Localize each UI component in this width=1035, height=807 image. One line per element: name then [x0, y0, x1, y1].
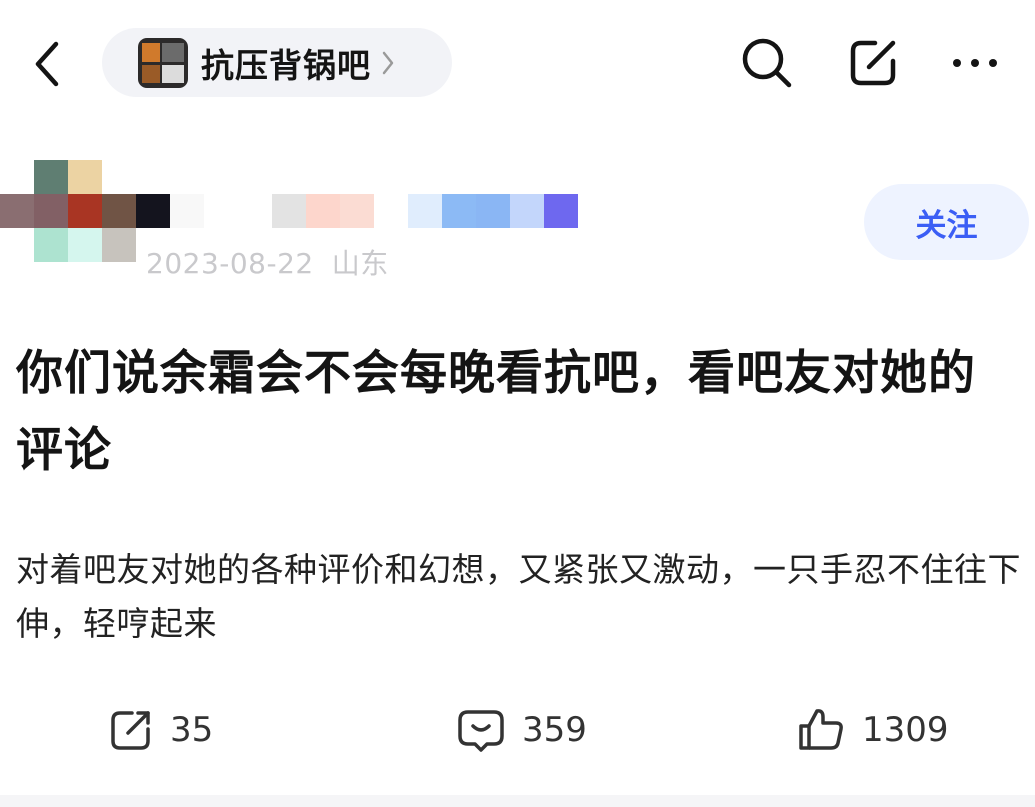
compose-button[interactable]	[838, 30, 908, 96]
forum-logo	[138, 37, 188, 88]
divider	[0, 795, 1035, 807]
post-date: 2023-08-22	[146, 247, 314, 280]
more-horizontal-icon	[953, 59, 997, 67]
comment-count: 359	[522, 710, 587, 750]
chevron-right-icon	[381, 49, 395, 77]
share-icon	[111, 711, 150, 750]
post-meta: 2023-08-22 山东	[146, 242, 407, 282]
forum-entry[interactable]: 抗压背锅吧	[102, 28, 452, 97]
back-button[interactable]	[22, 34, 72, 94]
comment-icon	[458, 710, 504, 752]
more-button[interactable]	[940, 30, 1010, 96]
post-location: 山东	[331, 247, 389, 280]
author-avatar-pixelated[interactable]	[0, 160, 140, 265]
share-count: 35	[170, 710, 214, 750]
chevron-left-icon	[35, 41, 59, 87]
search-icon	[742, 38, 792, 88]
post-body: 对着吧友对她的各种评价和幻想，又紧张又激动，一只手忍不住往下伸，轻哼起来	[16, 550, 1021, 643]
compose-icon	[850, 40, 896, 86]
forum-name: 抗压背锅吧	[201, 45, 371, 85]
like-count: 1309	[862, 710, 949, 750]
share-button[interactable]: 35	[108, 702, 213, 758]
author-name-pixelated[interactable]	[136, 194, 586, 230]
search-button[interactable]	[732, 30, 802, 96]
thumbs-up-icon	[799, 709, 843, 750]
comment-button[interactable]: 359	[456, 702, 587, 758]
post-title: 你们说余霜会不会每晚看抗吧，看吧友对她的评论	[16, 346, 976, 478]
like-button[interactable]: 1309	[796, 702, 949, 758]
follow-button[interactable]: 关注	[864, 184, 1029, 260]
